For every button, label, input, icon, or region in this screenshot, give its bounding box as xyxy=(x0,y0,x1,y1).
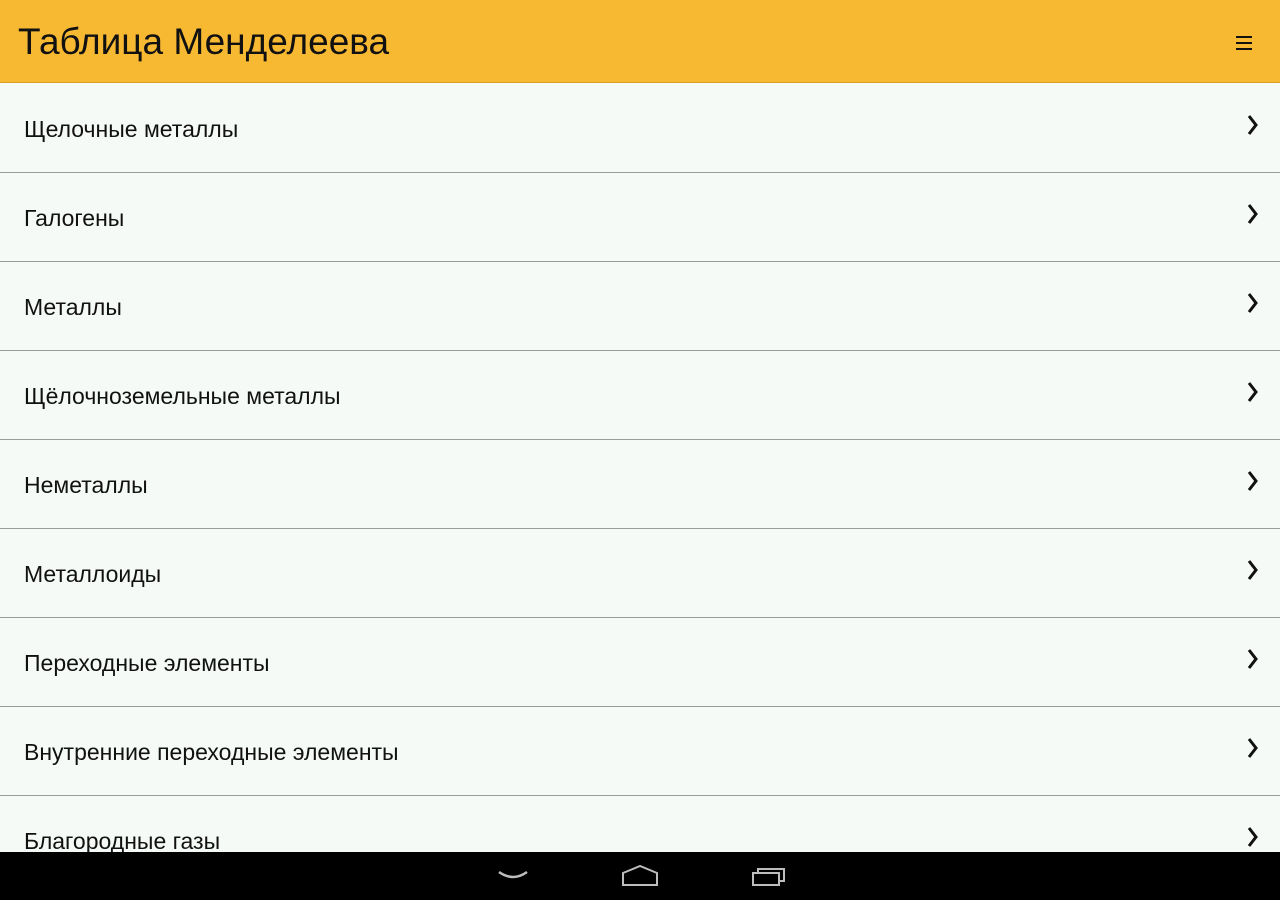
chevron-right-icon xyxy=(1247,471,1258,491)
list-item-label: Переходные элементы xyxy=(24,650,270,676)
system-navigation-bar xyxy=(0,852,1280,900)
list-item-label: Галогены xyxy=(24,205,125,231)
app-screen: Таблица Менделеева Щелочные металлы Гало… xyxy=(0,0,1280,900)
list-item-label: Благородные газы xyxy=(24,828,221,852)
category-list[interactable]: Щелочные металлы Галогены Металлы Щёлочн… xyxy=(0,84,1280,852)
recent-apps-icon xyxy=(752,868,785,886)
list-item-halogens[interactable]: Галогены xyxy=(0,173,1280,262)
home-button[interactable] xyxy=(612,860,668,892)
chevron-right-icon xyxy=(1247,115,1258,135)
list-item-alkali-metals[interactable]: Щелочные металлы xyxy=(0,84,1280,173)
list-item-label: Неметаллы xyxy=(24,472,148,498)
chevron-right-icon xyxy=(1247,827,1258,847)
list-item-label: Внутренние переходные элементы xyxy=(24,739,399,765)
list-item-inner-transition-elements[interactable]: Внутренние переходные элементы xyxy=(0,707,1280,796)
chevron-right-icon xyxy=(1247,560,1258,580)
list-item-noble-gases[interactable]: Благородные газы xyxy=(0,796,1280,852)
app-bar: Таблица Менделеева xyxy=(0,0,1280,83)
chevron-right-icon xyxy=(1247,738,1258,758)
chevron-right-icon xyxy=(1247,293,1258,313)
list-item-nonmetals[interactable]: Неметаллы xyxy=(0,440,1280,529)
menu-button[interactable] xyxy=(1228,25,1260,61)
list-item-label: Щелочные металлы xyxy=(24,116,239,142)
hamburger-menu-icon xyxy=(1236,36,1252,50)
home-icon xyxy=(622,865,658,886)
chevron-right-icon xyxy=(1247,382,1258,402)
back-button[interactable] xyxy=(485,860,541,892)
chevron-right-icon xyxy=(1247,649,1258,669)
chevron-right-icon xyxy=(1247,204,1258,224)
list-item-label: Щёлочноземельные металлы xyxy=(24,383,341,409)
list-item-metals[interactable]: Металлы xyxy=(0,262,1280,351)
list-item-alkaline-earth-metals[interactable]: Щёлочноземельные металлы xyxy=(0,351,1280,440)
back-icon xyxy=(498,870,528,879)
recent-apps-button[interactable] xyxy=(741,860,797,892)
list-item-transition-elements[interactable]: Переходные элементы xyxy=(0,618,1280,707)
list-item-label: Металлы xyxy=(24,294,122,320)
list-item-metalloids[interactable]: Металлоиды xyxy=(0,529,1280,618)
app-title: Таблица Менделеева xyxy=(18,21,390,62)
list-item-label: Металлоиды xyxy=(24,561,162,587)
